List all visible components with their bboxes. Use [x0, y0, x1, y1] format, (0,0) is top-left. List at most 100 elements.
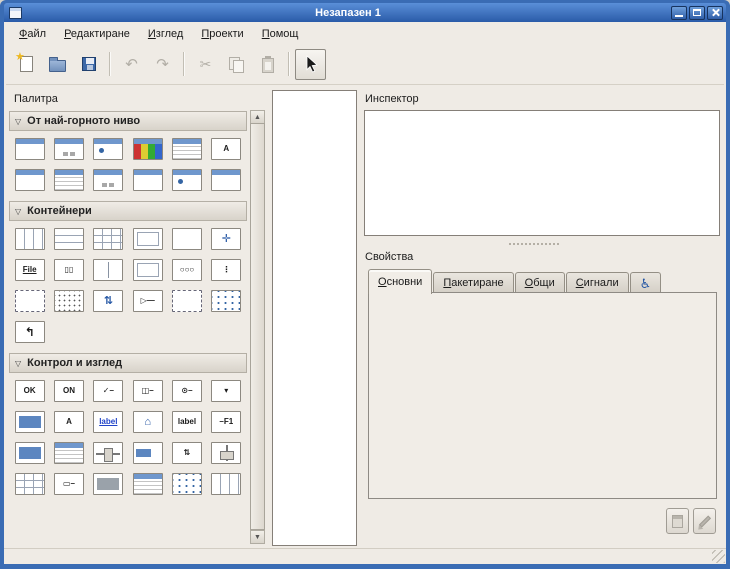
maximize-button[interactable]: [689, 6, 705, 20]
hpaned[interactable]: [93, 259, 123, 281]
label[interactable]: label: [172, 411, 202, 433]
button[interactable]: OK: [15, 380, 45, 402]
scrollbar-thumb[interactable]: [250, 123, 265, 530]
widget-icon: ⇅: [184, 449, 191, 457]
design-canvas[interactable]: [272, 90, 357, 546]
menu-projects[interactable]: Проекти: [192, 25, 252, 43]
text-view[interactable]: [54, 442, 84, 464]
menu-file[interactable]: Файл: [10, 25, 55, 43]
combo-entry[interactable]: [15, 442, 45, 464]
undo-button[interactable]: [116, 49, 147, 80]
palette-section-toplevel[interactable]: ▽ От най-горното ниво: [9, 111, 247, 131]
menu-view[interactable]: Изглед: [139, 25, 192, 43]
option-menu[interactable]: ▾: [211, 380, 241, 402]
viewport[interactable]: [15, 290, 45, 312]
iconbox[interactable]: [211, 290, 241, 312]
menu-help[interactable]: Помощ: [253, 25, 308, 43]
save-button[interactable]: [73, 49, 104, 80]
minimize-button[interactable]: [671, 6, 687, 20]
fixed[interactable]: [172, 228, 202, 250]
widget-icon: ⊙–: [181, 387, 192, 395]
inspector-panel[interactable]: [364, 110, 720, 236]
expander[interactable]: [172, 290, 202, 312]
open-button[interactable]: [42, 49, 73, 80]
tab-common[interactable]: Общи: [515, 272, 565, 293]
properties-editor-button[interactable]: [666, 508, 689, 534]
popup-window[interactable]: [172, 169, 202, 191]
vbuttonbox[interactable]: ⋮: [211, 259, 241, 281]
maximize-icon: [693, 9, 701, 16]
vbox[interactable]: [54, 228, 84, 250]
toolbar-widget[interactable]: ▯▯: [54, 259, 84, 281]
scissors-icon: [200, 56, 212, 73]
toggle-button[interactable]: ON: [54, 380, 84, 402]
spin-button[interactable]: ⇅: [172, 442, 202, 464]
scroll-down-arrow-icon[interactable]: ▼: [250, 530, 265, 544]
titlebar[interactable]: Незапазен 1: [4, 3, 726, 22]
link-label[interactable]: label: [93, 411, 123, 433]
frame[interactable]: [133, 228, 163, 250]
alignment[interactable]: ↰: [15, 321, 45, 343]
palette-panel: ▽ От най-горното ниво A ▽ Контейнери ✛ Fi…: [8, 110, 248, 544]
handlebox[interactable]: ▷—: [133, 290, 163, 312]
text-button[interactable]: A: [54, 411, 84, 433]
scroll-up-arrow-icon[interactable]: ▲: [250, 110, 265, 124]
progress-bar[interactable]: [133, 442, 163, 464]
radio-button[interactable]: ⊙–: [172, 380, 202, 402]
cut-button[interactable]: [190, 49, 221, 80]
utility-window[interactable]: [211, 169, 241, 191]
image[interactable]: ⌂: [133, 411, 163, 433]
dialog[interactable]: [54, 138, 84, 160]
widget-icon: A: [223, 145, 229, 153]
accel-label[interactable]: –F1: [211, 411, 241, 433]
vscale[interactable]: [211, 442, 241, 464]
color-selection-dialog[interactable]: [133, 138, 163, 160]
scrolledwindow[interactable]: ⇅: [93, 290, 123, 312]
layout[interactable]: [54, 290, 84, 312]
statusbar-widget[interactable]: [93, 473, 123, 495]
text-view-2[interactable]: [133, 473, 163, 495]
paste-button[interactable]: [252, 49, 283, 80]
layout-move[interactable]: ✛: [211, 228, 241, 250]
window[interactable]: [15, 138, 45, 160]
font-selection-dialog[interactable]: A: [211, 138, 241, 160]
plain-window[interactable]: [133, 169, 163, 191]
resize-grip[interactable]: [712, 550, 725, 563]
hseparator[interactable]: ▭–: [54, 473, 84, 495]
hbuttonbox[interactable]: ○○○: [172, 259, 202, 281]
redo-button[interactable]: [147, 49, 178, 80]
tab-accessibility[interactable]: ♿: [630, 272, 662, 293]
icon-view[interactable]: [172, 473, 202, 495]
tab-signals[interactable]: Сигнали: [566, 272, 629, 293]
menubar[interactable]: File: [15, 259, 45, 281]
entry[interactable]: [15, 411, 45, 433]
notebook[interactable]: [133, 259, 163, 281]
combo-box[interactable]: ◫–: [133, 380, 163, 402]
custom-editor-button[interactable]: [693, 508, 716, 534]
new-button[interactable]: [11, 49, 42, 80]
input-dialog[interactable]: [15, 169, 45, 191]
undo-icon: [125, 55, 138, 73]
palette-scrollbar[interactable]: ▲ ▼: [250, 110, 265, 544]
hbox[interactable]: [15, 228, 45, 250]
tab-packing[interactable]: Пакетиране: [433, 272, 513, 293]
tab-general[interactable]: Основни: [368, 269, 432, 294]
menu-edit[interactable]: Редактиране: [55, 25, 139, 43]
palette-section-controls[interactable]: ▽ Контрол и изглед: [9, 353, 247, 373]
list[interactable]: [211, 473, 241, 495]
palette-grid-controls: OK ON ✓– ◫– ⊙– ▾ Alabel ⌂ label –F1 ⇅ ▭–: [8, 373, 248, 504]
hscale[interactable]: [93, 442, 123, 464]
list-dialog[interactable]: [54, 169, 84, 191]
pane-resize-handle[interactable]: [509, 243, 559, 246]
file-selection-dialog[interactable]: [172, 138, 202, 160]
close-button[interactable]: [707, 6, 723, 20]
copy-button[interactable]: [221, 49, 252, 80]
calendar[interactable]: [15, 473, 45, 495]
palette-section-containers[interactable]: ▽ Контейнери: [9, 201, 247, 221]
selector-button[interactable]: [295, 49, 326, 80]
check-button[interactable]: ✓–: [93, 380, 123, 402]
table[interactable]: [93, 228, 123, 250]
message-dialog[interactable]: [93, 138, 123, 160]
dialog-with-buttons[interactable]: [93, 169, 123, 191]
expander-icon: ▽: [15, 207, 21, 216]
